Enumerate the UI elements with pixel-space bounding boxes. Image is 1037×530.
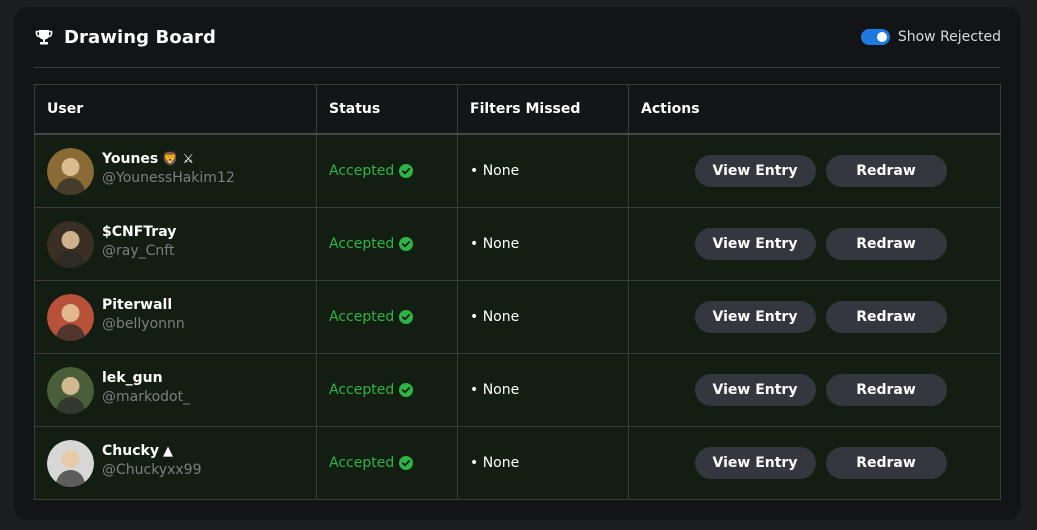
check-circle-icon bbox=[399, 456, 414, 470]
view-entry-button[interactable]: View Entry bbox=[694, 447, 816, 479]
view-entry-button[interactable]: View Entry bbox=[694, 301, 816, 333]
status-badge: Accepted bbox=[329, 309, 414, 325]
table-row: Chucky ▲ @Chuckyxx99 Accepted • None Vie… bbox=[34, 426, 1001, 500]
check-circle-icon bbox=[399, 164, 414, 178]
user-name: Younes 🦁 ⚔ bbox=[102, 150, 195, 167]
filters-missed-text: • None bbox=[470, 382, 520, 398]
filters-missed-text: • None bbox=[470, 236, 520, 252]
status-badge: Accepted bbox=[329, 163, 414, 179]
view-entry-button[interactable]: View Entry bbox=[694, 228, 816, 260]
column-header-user: User bbox=[34, 84, 317, 135]
avatar-image bbox=[47, 293, 94, 341]
show-rejected-toggle[interactable]: Show Rejected bbox=[860, 29, 1001, 45]
user-handle[interactable]: @markodot_ bbox=[102, 388, 190, 406]
redraw-button[interactable]: Redraw bbox=[825, 228, 947, 260]
column-header-status: Status bbox=[316, 84, 458, 135]
actions-cell: View Entry Redraw bbox=[628, 353, 1001, 427]
user-emoji: 🦁 ⚔ bbox=[162, 151, 195, 167]
view-entry-button[interactable]: View Entry bbox=[694, 155, 816, 187]
trophy-icon bbox=[34, 27, 54, 47]
check-circle-icon bbox=[399, 237, 414, 251]
table-row: $CNFTray @ray_Cnft Accepted • None View … bbox=[34, 207, 1001, 281]
user-name: lek_gun bbox=[102, 369, 163, 386]
avatar[interactable] bbox=[47, 439, 94, 487]
avatar-image bbox=[47, 147, 94, 195]
redraw-button[interactable]: Redraw bbox=[825, 447, 947, 479]
avatar-image bbox=[47, 439, 94, 487]
filters-cell: • None bbox=[457, 426, 629, 500]
table-header-row: User Status Filters Missed Actions bbox=[34, 84, 1001, 135]
user-cell: Piterwall @bellyonnn bbox=[34, 280, 317, 354]
avatar[interactable] bbox=[47, 220, 94, 268]
toggle-knob bbox=[876, 32, 887, 42]
status-text: Accepted bbox=[329, 309, 395, 325]
page-title: Drawing Board bbox=[64, 26, 217, 48]
title-group: Drawing Board bbox=[34, 27, 216, 48]
status-text: Accepted bbox=[329, 163, 395, 179]
avatar-image bbox=[47, 220, 94, 268]
user-name: Piterwall bbox=[102, 296, 173, 313]
card-header: Drawing Board Show Rejected bbox=[34, 7, 1001, 68]
actions-cell: View Entry Redraw bbox=[628, 133, 1001, 208]
user-handle[interactable]: @ray_Cnft bbox=[102, 242, 180, 260]
avatar[interactable] bbox=[47, 147, 94, 195]
filters-missed-text: • None bbox=[470, 455, 520, 471]
status-text: Accepted bbox=[329, 236, 395, 252]
status-cell: Accepted bbox=[316, 207, 458, 281]
status-cell: Accepted bbox=[316, 280, 458, 354]
status-badge: Accepted bbox=[329, 236, 414, 252]
column-header-actions: Actions bbox=[628, 84, 1001, 135]
user-name: $CNFTray bbox=[102, 223, 177, 240]
user-cell: lek_gun @markodot_ bbox=[34, 353, 317, 427]
user-handle[interactable]: @YounessHakim12 bbox=[102, 169, 235, 187]
status-cell: Accepted bbox=[316, 426, 458, 500]
table-row: Piterwall @bellyonnn Accepted • None Vie… bbox=[34, 280, 1001, 354]
avatar[interactable] bbox=[47, 366, 94, 414]
entries-table: User Status Filters Missed Actions Youne… bbox=[34, 84, 1001, 500]
status-badge: Accepted bbox=[329, 382, 414, 398]
avatar[interactable] bbox=[47, 293, 94, 341]
user-handle[interactable]: @bellyonnn bbox=[102, 315, 185, 333]
filters-missed-text: • None bbox=[470, 163, 520, 179]
filters-missed-text: • None bbox=[470, 309, 520, 325]
actions-cell: View Entry Redraw bbox=[628, 280, 1001, 354]
status-cell: Accepted bbox=[316, 133, 458, 208]
status-badge: Accepted bbox=[329, 455, 414, 471]
redraw-button[interactable]: Redraw bbox=[825, 155, 947, 187]
filters-cell: • None bbox=[457, 280, 629, 354]
view-entry-button[interactable]: View Entry bbox=[694, 374, 816, 406]
filters-cell: • None bbox=[457, 133, 629, 208]
user-emoji: ▲ bbox=[162, 443, 173, 459]
avatar-image bbox=[47, 366, 94, 414]
status-text: Accepted bbox=[329, 382, 395, 398]
actions-cell: View Entry Redraw bbox=[628, 426, 1001, 500]
redraw-button[interactable]: Redraw bbox=[825, 374, 947, 406]
toggle-switch[interactable] bbox=[860, 29, 890, 45]
status-cell: Accepted bbox=[316, 353, 458, 427]
table-row: lek_gun @markodot_ Accepted • None View … bbox=[34, 353, 1001, 427]
check-circle-icon bbox=[399, 383, 414, 397]
user-handle[interactable]: @Chuckyxx99 bbox=[102, 461, 202, 479]
filters-cell: • None bbox=[457, 207, 629, 281]
user-name: Chucky ▲ bbox=[102, 442, 173, 459]
user-cell: Younes 🦁 ⚔ @YounessHakim12 bbox=[34, 133, 317, 208]
check-circle-icon bbox=[399, 310, 414, 324]
actions-cell: View Entry Redraw bbox=[628, 207, 1001, 281]
drawing-board-card: Drawing Board Show Rejected User Status … bbox=[14, 7, 1021, 520]
toggle-label: Show Rejected bbox=[897, 29, 1001, 45]
filters-cell: • None bbox=[457, 353, 629, 427]
status-text: Accepted bbox=[329, 455, 395, 471]
user-cell: $CNFTray @ray_Cnft bbox=[34, 207, 317, 281]
column-header-filters: Filters Missed bbox=[457, 84, 629, 135]
user-cell: Chucky ▲ @Chuckyxx99 bbox=[34, 426, 317, 500]
redraw-button[interactable]: Redraw bbox=[825, 301, 947, 333]
table-row: Younes 🦁 ⚔ @YounessHakim12 Accepted • Non… bbox=[34, 133, 1001, 208]
